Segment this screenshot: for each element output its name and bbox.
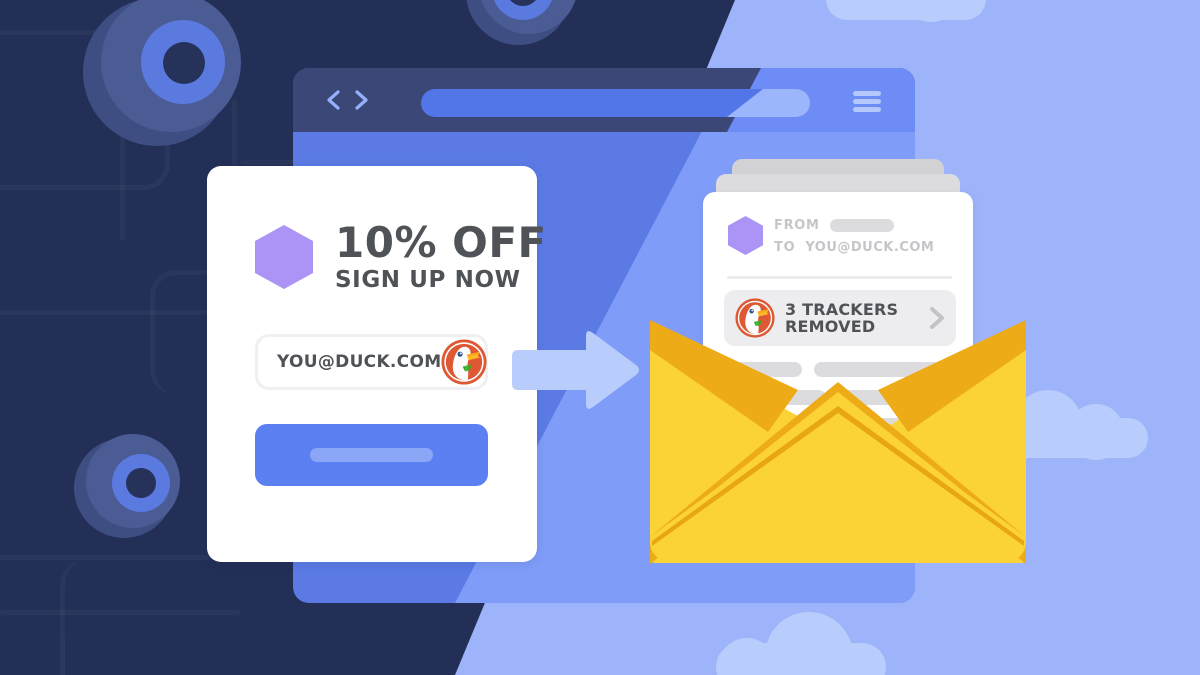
cloud-mid-right-puff2 [1068, 404, 1124, 460]
offer-headline-row: 10% OFF SIGN UP NOW [255, 222, 547, 292]
browser-nav-buttons[interactable] [324, 89, 371, 111]
signup-offer-card: 10% OFF SIGN UP NOW YOU@DUCK.COM [207, 166, 546, 562]
flow-arrow [512, 331, 639, 409]
offer-subheadline: SIGN UP NOW [335, 267, 521, 293]
hamburger-line-1 [853, 91, 881, 96]
hamburger-line-2 [853, 99, 881, 104]
offer-headline: 10% OFF [335, 218, 547, 267]
envelope-open-icon [650, 320, 1026, 564]
email-input-field[interactable]: YOU@DUCK.COM [255, 334, 488, 390]
tracker-eye-bottom-left [74, 434, 180, 538]
submit-placeholder-pill [310, 448, 433, 462]
arrow-right-icon [512, 331, 639, 409]
tracker-eye-top-left [83, 0, 241, 146]
chevron-left-icon[interactable] [324, 89, 344, 111]
submit-button[interactable] [255, 424, 488, 486]
hexagon-brand-logo [255, 225, 313, 289]
hamburger-menu-icon[interactable] [853, 91, 881, 112]
email-input-value: YOU@DUCK.COM [277, 352, 442, 372]
hamburger-line-3 [853, 107, 881, 112]
duckduckgo-duck-icon[interactable] [441, 339, 487, 385]
chevron-right-icon[interactable] [351, 89, 371, 111]
illustration-canvas: 10% OFF SIGN UP NOW YOU@DUCK.COM FROM TO… [0, 0, 1200, 675]
open-envelope-illustration: FROM TO YOU@DUCK.COM 3 TRACKERS REMOVED [648, 159, 1028, 565]
offer-text-block: 10% OFF SIGN UP NOW [335, 222, 547, 292]
